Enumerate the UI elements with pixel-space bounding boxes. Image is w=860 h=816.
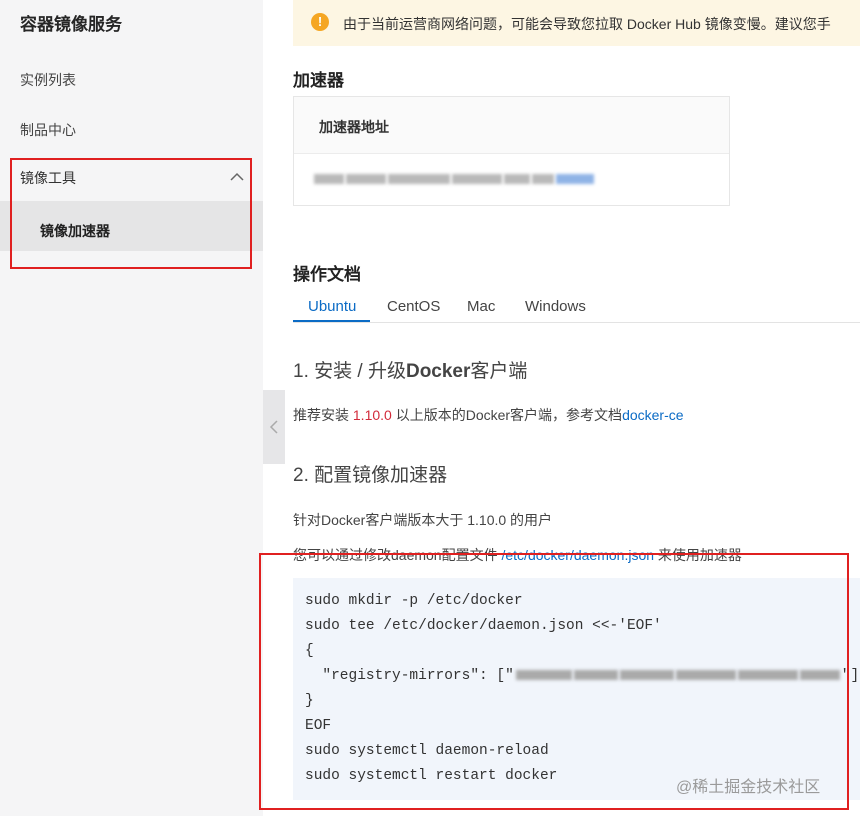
code-line: sudo systemctl restart docker (305, 768, 558, 784)
tab-centos[interactable]: CentOS (387, 298, 440, 315)
blurred-mirror-url (515, 670, 840, 681)
code-line: sudo tee /etc/docker/daemon.json <<-'EOF… (305, 618, 662, 634)
daemon-json-path: /etc/docker/daemon.json (501, 547, 655, 563)
configure-line-2: 您可以通过修改daemon配置文件 /etc/docker/daemon.jso… (293, 547, 742, 563)
accelerator-address-value[interactable] (314, 174, 594, 184)
section-title-configure: 2. 配置镜像加速器 (293, 465, 448, 486)
os-tabs: Ubuntu CentOS Mac Windows (293, 292, 860, 323)
accelerator-table-header: 加速器地址 (294, 97, 729, 154)
code-line: sudo systemctl daemon-reload (305, 743, 549, 759)
code-block[interactable]: sudo mkdir -p /etc/docker sudo tee /etc/… (293, 578, 860, 800)
warning-icon: ! (311, 13, 329, 31)
code-line: sudo mkdir -p /etc/docker (305, 593, 523, 609)
watermark: @稀土掘金技术社区 (676, 779, 821, 796)
active-tab-indicator (293, 320, 370, 322)
code-line: { (305, 643, 314, 659)
sidebar-collapse-handle[interactable] (263, 390, 285, 464)
sidebar-item-image-accelerator[interactable]: 镜像加速器 (0, 201, 263, 251)
sidebar-item-instances[interactable]: 实例列表 (20, 70, 76, 90)
docker-ce-link[interactable]: docker-ce (622, 407, 683, 423)
tab-ubuntu[interactable]: Ubuntu (308, 298, 356, 315)
tab-windows[interactable]: Windows (525, 298, 586, 315)
tab-mac[interactable]: Mac (467, 298, 495, 315)
chevron-up-icon (230, 172, 244, 181)
accelerator-heading: 加速器 (293, 71, 344, 90)
version-text: 1.10.0 (352, 407, 392, 423)
accelerator-card: 加速器地址 (293, 96, 730, 206)
accelerator-address-column: 加速器地址 (319, 119, 389, 135)
sidebar-item-label: 镜像加速器 (40, 223, 110, 239)
section-title-install: 1. 安装 / 升级Docker客户端 (293, 361, 528, 382)
docs-heading: 操作文档 (293, 265, 361, 284)
configure-line-1: 针对Docker客户端版本大于 1.10.0 的用户 (293, 512, 553, 528)
chevron-left-icon (269, 420, 278, 434)
sidebar-item-artifacts[interactable]: 制品中心 (20, 120, 76, 140)
install-recommendation: 推荐安装 1.10.0 以上版本的Docker客户端，参考文档docker-ce (293, 407, 684, 423)
code-line: EOF (305, 718, 332, 734)
sidebar-title: 容器镜像服务 (20, 15, 122, 34)
notice-banner: ! 由于当前运营商网络问题，可能会导致您拉取 Docker Hub 镜像变慢。建… (293, 0, 860, 46)
notice-text: 由于当前运营商网络问题，可能会导致您拉取 Docker Hub 镜像变慢。建议您… (343, 16, 831, 32)
sidebar-item-image-tools[interactable]: 镜像工具 (20, 168, 250, 188)
code-line: } (305, 693, 314, 709)
sidebar: 容器镜像服务 实例列表 制品中心 镜像工具 镜像加速器 (0, 0, 263, 816)
code-line-registry: "registry-mirrors": [" "] (305, 668, 860, 684)
sidebar-item-label: 镜像工具 (20, 170, 76, 186)
